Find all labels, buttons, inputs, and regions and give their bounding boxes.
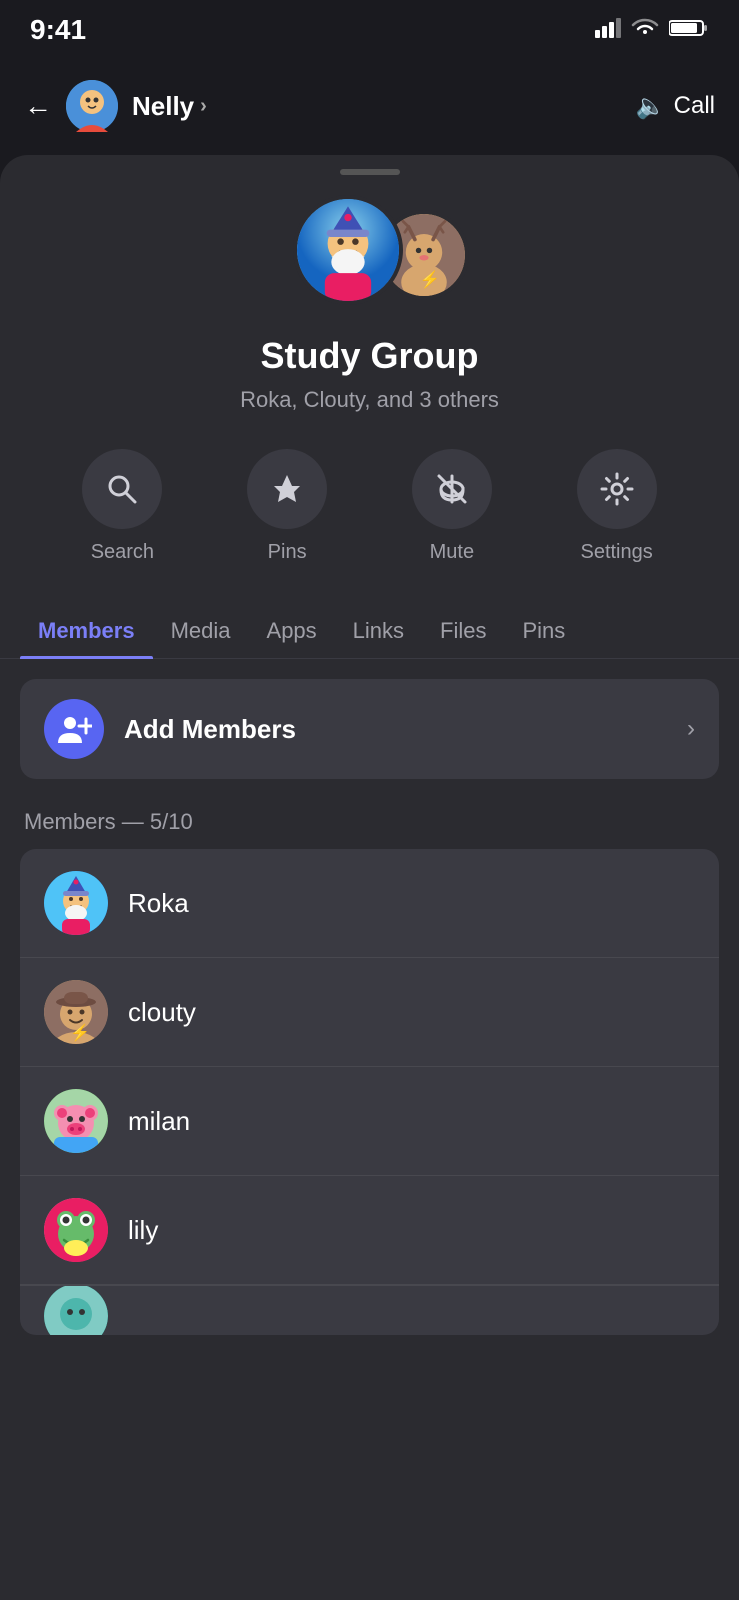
settings-action-button[interactable]: Settings <box>577 449 657 564</box>
call-label: Call <box>674 92 715 120</box>
group-name: Study Group <box>0 335 739 377</box>
speaker-icon: 🔈 <box>636 92 666 121</box>
nav-user-info: Nelly › <box>132 91 207 122</box>
nav-avatar <box>66 80 118 132</box>
nav-chevron-icon: › <box>200 95 207 118</box>
modal-sheet: ⚡ Study Group Roka, Clouty, and 3 others… <box>0 155 739 1600</box>
add-members-icon <box>44 699 104 759</box>
tab-apps[interactable]: Apps <box>249 604 335 658</box>
member-avatar-roka <box>44 871 108 935</box>
svg-text:⚡: ⚡ <box>419 270 439 290</box>
members-count: Members — 5/10 <box>20 809 719 835</box>
member-name-milan: milan <box>128 1106 190 1137</box>
settings-action-label: Settings <box>580 541 652 564</box>
member-item[interactable]: milan <box>20 1067 719 1176</box>
nav-username: Nelly <box>132 91 194 122</box>
member-name-clouty: clouty <box>128 997 196 1028</box>
nav-left: ← Nelly › <box>24 80 207 132</box>
search-action-button[interactable]: Search <box>82 449 162 564</box>
member-name-roka: Roka <box>128 888 189 919</box>
search-action-label: Search <box>91 541 154 564</box>
member-avatar-clouty: ⚡ <box>44 980 108 1044</box>
drag-handle[interactable] <box>340 169 400 175</box>
member-avatar-extra <box>44 1285 108 1335</box>
status-icons <box>595 18 709 43</box>
add-members-chevron-icon: › <box>687 715 695 743</box>
call-button[interactable]: 🔈 Call <box>636 92 715 121</box>
nav-title: Nelly › <box>132 91 207 122</box>
nav-right: 🔈 Call <box>636 92 715 121</box>
group-members-description: Roka, Clouty, and 3 others <box>0 387 739 413</box>
wifi-icon <box>631 18 659 43</box>
battery-icon <box>669 18 709 43</box>
search-icon <box>82 449 162 529</box>
tab-media[interactable]: Media <box>153 604 249 658</box>
members-list: Roka <box>20 849 719 1335</box>
pins-action-label: Pins <box>268 541 307 564</box>
tab-files[interactable]: Files <box>422 604 504 658</box>
signal-icon <box>595 18 621 43</box>
tab-links[interactable]: Links <box>335 604 422 658</box>
add-members-label: Add Members <box>124 714 687 745</box>
tabs-bar: Members Media Apps Links Files Pins <box>0 604 739 659</box>
group-avatars: ⚡ <box>0 195 739 315</box>
top-nav: ← Nelly › 🔈 Call <box>0 70 739 142</box>
status-bar: 9:41 <box>0 0 739 54</box>
settings-icon <box>577 449 657 529</box>
content-area: Add Members › Members — 5/10 <box>0 659 739 1335</box>
member-avatar-milan <box>44 1089 108 1153</box>
action-buttons: Search Pins Mute <box>0 449 739 564</box>
back-button[interactable]: ← <box>24 90 52 122</box>
svg-text:⚡: ⚡ <box>70 1023 90 1042</box>
avatar-main <box>293 195 403 305</box>
pins-icon <box>247 449 327 529</box>
pins-action-button[interactable]: Pins <box>247 449 327 564</box>
member-item[interactable]: lily <box>20 1176 719 1285</box>
member-item[interactable]: ⚡ clouty <box>20 958 719 1067</box>
tab-members[interactable]: Members <box>20 604 153 658</box>
add-members-card[interactable]: Add Members › <box>20 679 719 779</box>
member-name-lily: lily <box>128 1215 158 1246</box>
status-time: 9:41 <box>30 14 86 46</box>
member-item[interactable]: Roka <box>20 849 719 958</box>
tab-pins[interactable]: Pins <box>504 604 583 658</box>
member-avatar-lily <box>44 1198 108 1262</box>
mute-icon <box>412 449 492 529</box>
member-item-partial[interactable] <box>20 1285 719 1335</box>
mute-action-label: Mute <box>430 541 474 564</box>
mute-action-button[interactable]: Mute <box>412 449 492 564</box>
